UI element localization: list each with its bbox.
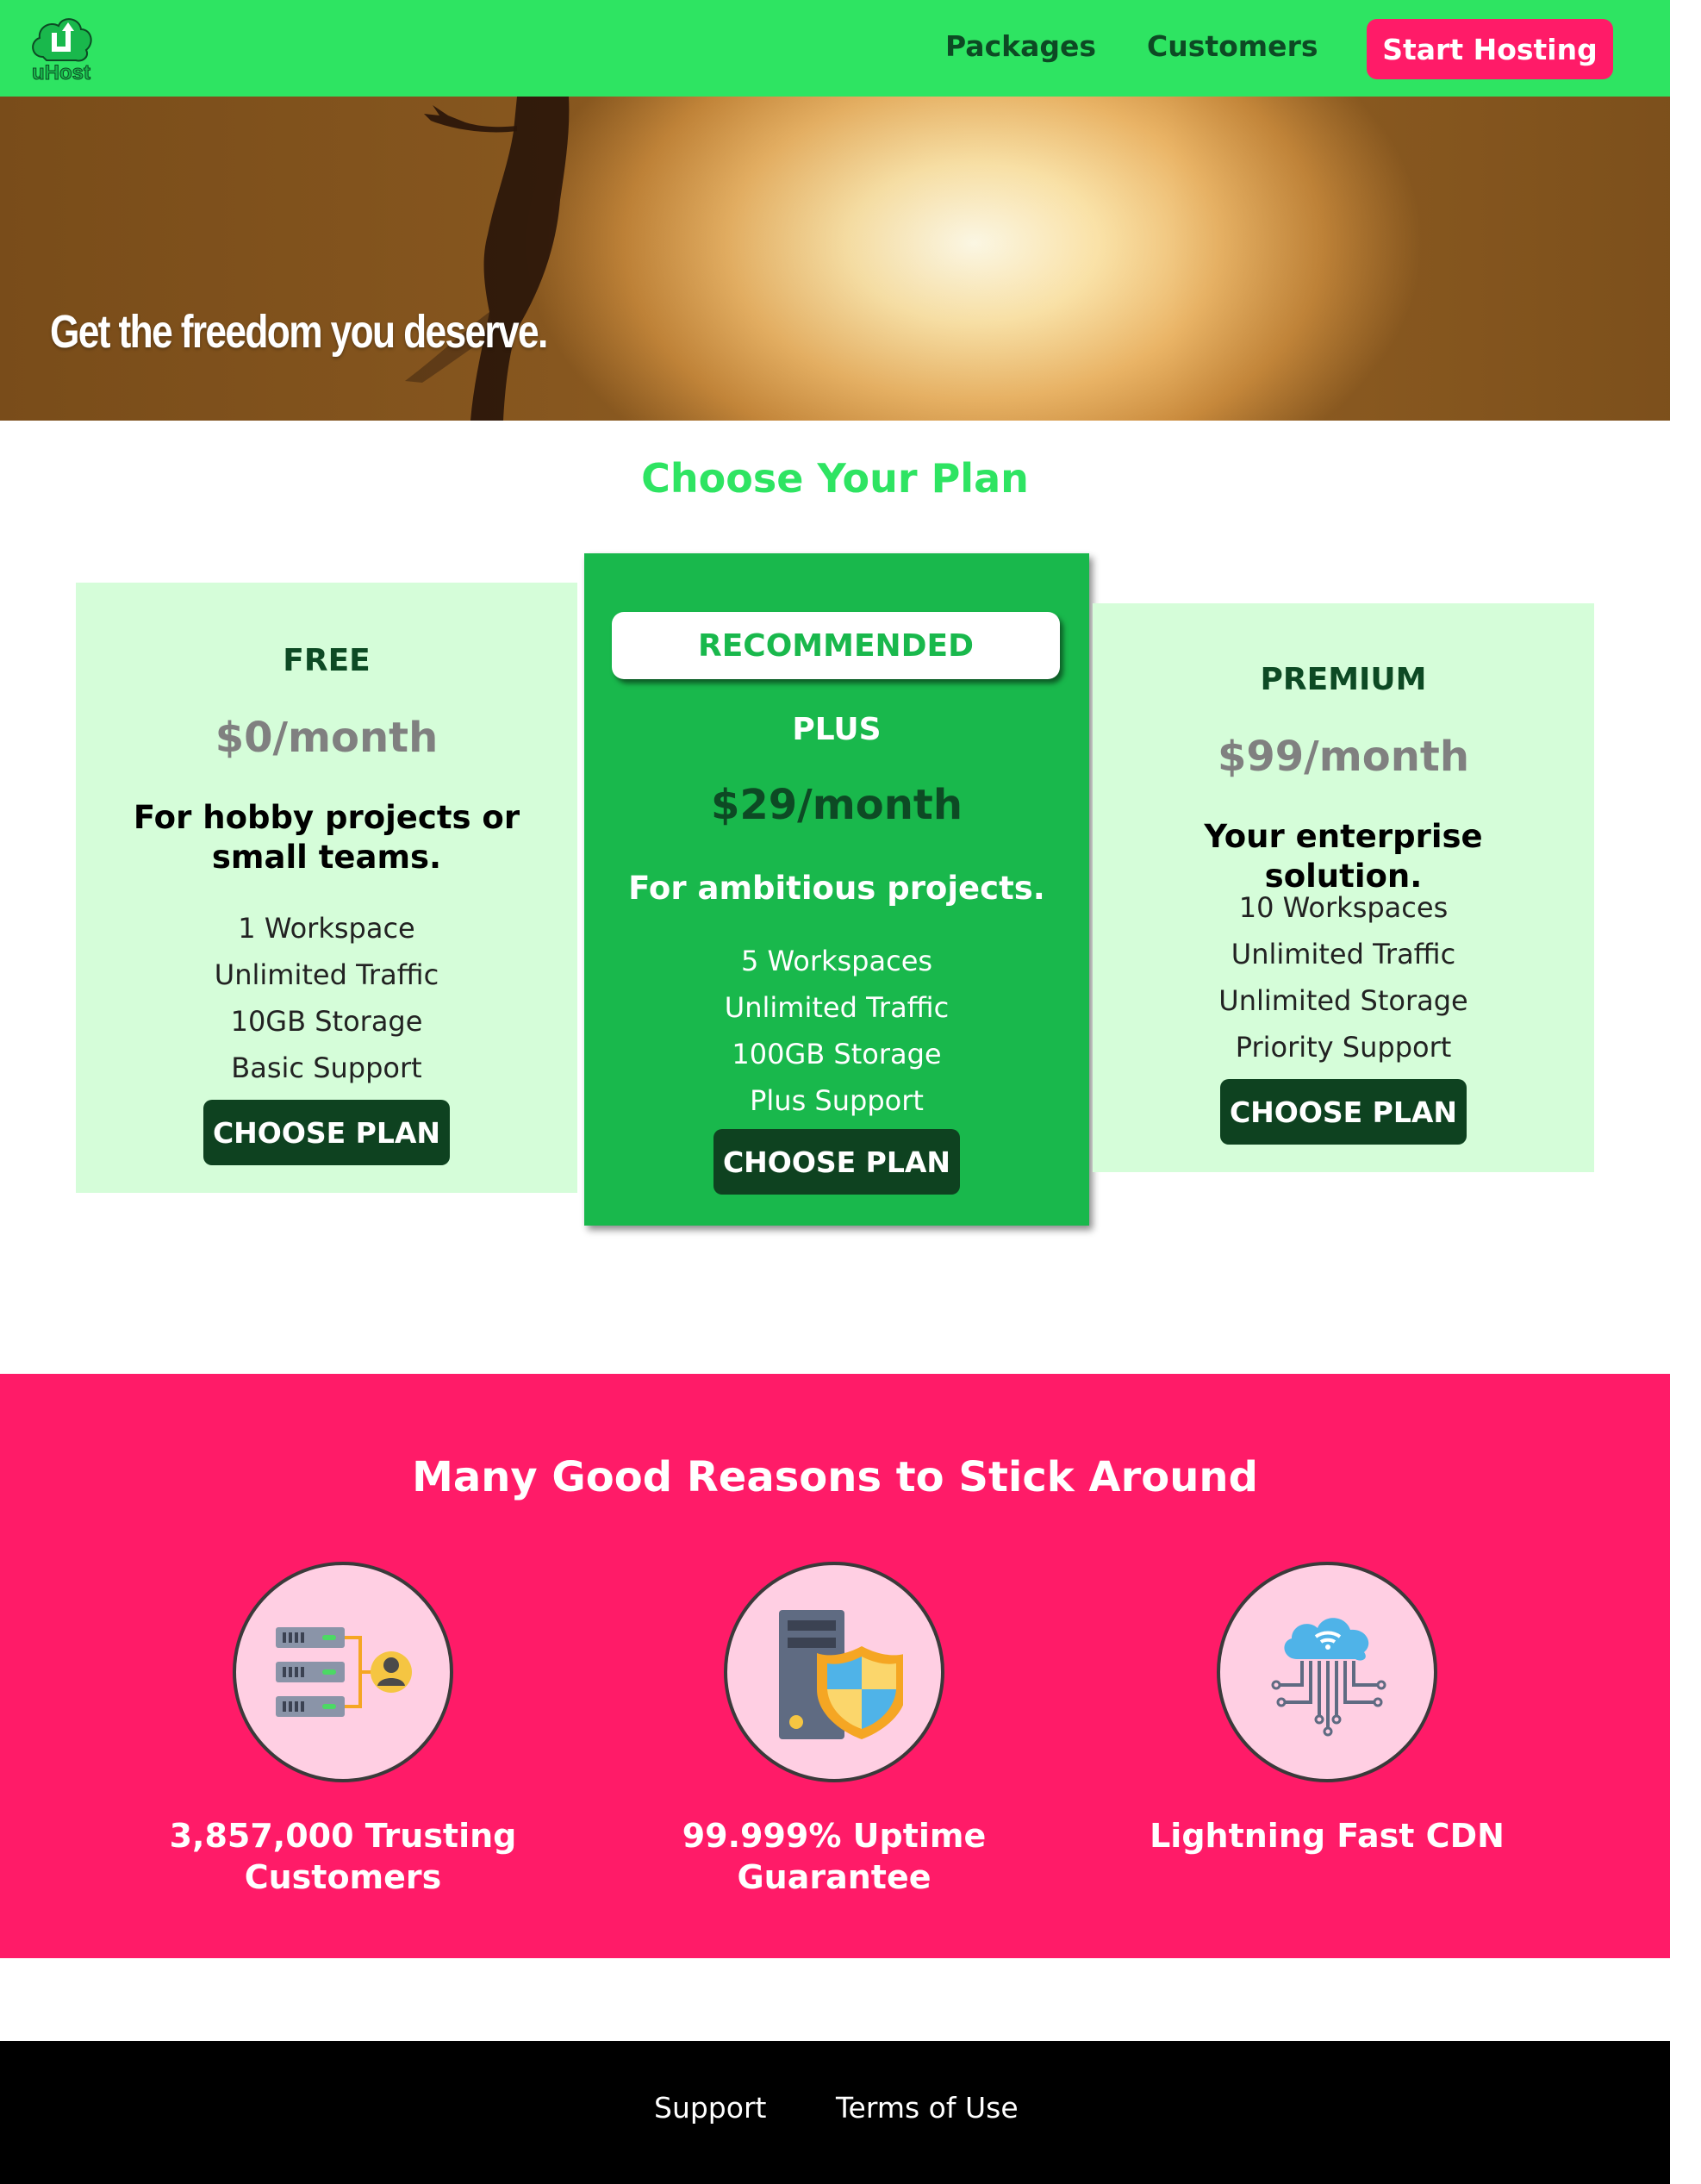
plans-title: Choose Your Plan	[641, 455, 1029, 502]
start-hosting-button[interactable]: Start Hosting	[1367, 19, 1613, 79]
plan-description: For hobby projects or small teams.	[133, 799, 520, 876]
plan-feature: Unlimited Traffic	[1231, 938, 1456, 970]
choose-plan-button-plus[interactable]: CHOOSE PLAN	[713, 1129, 960, 1195]
plan-features-list: 1 Workspace Unlimited Traffic 10GB Stora…	[76, 905, 577, 1091]
plan-feature: Priority Support	[1235, 1031, 1452, 1064]
page: uHost Packages Customers Start Hosting G…	[0, 0, 1670, 2184]
cloud-cdn-icon	[1271, 1618, 1386, 1737]
hero-title: Get the freedom you deserve.	[50, 306, 548, 358]
plan-card-premium: PREMIUM $99/month Your enterprise soluti…	[1093, 603, 1594, 1172]
reason-text: 99.999% Uptime Guarantee	[682, 1817, 987, 1896]
plan-feature: 100GB Storage	[732, 1038, 942, 1070]
main-header: uHost Packages Customers Start Hosting	[0, 0, 1670, 97]
uhost-logo-icon[interactable]: uHost	[26, 12, 97, 84]
plan-feature: Unlimited Traffic	[214, 958, 439, 991]
recommended-badge: RECOMMENDED	[612, 612, 1060, 679]
plan-feature: Unlimited Storage	[1218, 984, 1468, 1017]
reasons-section: Many Good Reasons to Stick Around 3,857,…	[0, 1374, 1670, 1958]
plan-feature: 1 Workspace	[238, 912, 415, 945]
plan-name: FREE	[283, 643, 371, 678]
plan-price: $99/month	[1217, 733, 1469, 781]
reasons-title: Many Good Reasons to Stick Around	[412, 1453, 1258, 1501]
footer-terms-link[interactable]: Terms of Use	[836, 2091, 1019, 2125]
plan-card-free: FREE $0/month For hobby projects or smal…	[76, 583, 577, 1193]
plan-features-list: 10 Workspaces Unlimited Traffic Unlimite…	[1093, 884, 1594, 1070]
hero-banner: Get the freedom you deserve.	[0, 97, 1670, 421]
server-shield-icon	[779, 1610, 903, 1739]
choose-plan-button-premium[interactable]: CHOOSE PLAN	[1220, 1079, 1467, 1145]
reason-icon-circle	[724, 1562, 944, 1782]
plan-price: $0/month	[215, 714, 439, 762]
plan-feature: Unlimited Traffic	[724, 991, 950, 1024]
reason-icon-circle	[233, 1562, 453, 1782]
plan-feature: Basic Support	[231, 1051, 422, 1084]
plan-name: PLUS	[792, 712, 882, 747]
reason-text: 3,857,000 Trusting Customers	[169, 1817, 517, 1896]
footer-support-link[interactable]: Support	[654, 2091, 766, 2125]
plan-price: $29/month	[710, 781, 963, 829]
plan-card-plus: RECOMMENDED PLUS $29/month For ambitious…	[584, 553, 1089, 1226]
nav-packages-link[interactable]: Packages	[945, 29, 1096, 63]
main-footer: Support Terms of Use	[0, 2041, 1670, 2184]
plan-feature: 5 Workspaces	[740, 945, 933, 977]
hero-overlay	[0, 97, 1670, 421]
silhouette-figure-image	[405, 97, 570, 421]
reason-icon-circle	[1217, 1562, 1437, 1782]
nav-customers-link[interactable]: Customers	[1147, 29, 1318, 63]
plan-features-list: 5 Workspaces Unlimited Traffic 100GB Sto…	[584, 938, 1089, 1124]
reason-text: Lightning Fast CDN	[1150, 1817, 1505, 1855]
reason-item-customers: 3,857,000 Trusting Customers	[84, 1562, 601, 1898]
plan-feature: 10 Workspaces	[1238, 891, 1449, 924]
server-customer-icon	[276, 1627, 412, 1717]
plan-name: PREMIUM	[1260, 662, 1427, 697]
plan-feature: Plus Support	[750, 1084, 924, 1117]
plan-feature: 10GB Storage	[230, 1005, 423, 1038]
reason-item-cdn: Lightning Fast CDN	[1069, 1562, 1586, 1856]
reason-item-uptime: 99.999% Uptime Guarantee	[576, 1562, 1093, 1898]
choose-plan-button-free[interactable]: CHOOSE PLAN	[203, 1100, 450, 1165]
plan-description: For ambitious projects.	[628, 870, 1045, 907]
svg-text:uHost: uHost	[32, 61, 90, 84]
